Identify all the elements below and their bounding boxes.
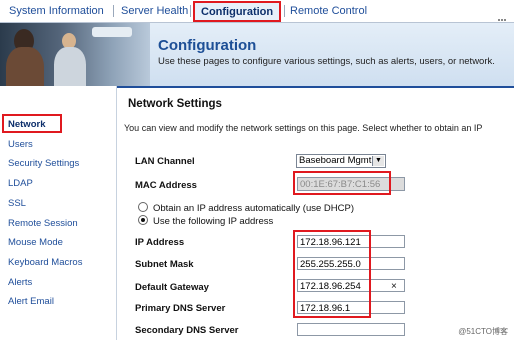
tab-system-information[interactable]: System Information [9, 0, 104, 21]
ip-address-label: IP Address [135, 237, 185, 248]
sidebar-item-keyboard-macros[interactable]: Keyboard Macros [0, 253, 115, 272]
banner-photo [0, 23, 150, 86]
lan-channel-value: Baseboard Mgmt [299, 155, 372, 166]
sidebar-item-ldap[interactable]: LDAP [0, 174, 115, 193]
page-description: Use these pages to configure various set… [158, 56, 495, 67]
static-ip-option[interactable]: Use the following IP address [138, 215, 273, 227]
page-title: Configuration [158, 37, 257, 54]
mac-address-field: 00:1E:67:B7:C1:56 [297, 177, 405, 191]
primary-dns-input[interactable]: 172.18.96.1 [297, 301, 405, 314]
section-title: Network Settings [128, 98, 222, 110]
lan-channel-select[interactable]: Baseboard Mgmt ▼ [296, 154, 386, 168]
default-gateway-label: Default Gateway [135, 282, 209, 293]
more-dots-icon [498, 8, 508, 21]
page-banner: Configuration Use these pages to configu… [0, 23, 514, 88]
dhcp-radio[interactable] [138, 202, 148, 212]
sidebar-item-security-settings[interactable]: Security Settings [0, 154, 115, 173]
watermark: @51CTO博客 [458, 327, 508, 336]
subnet-mask-label: Subnet Mask [135, 259, 194, 270]
static-ip-radio[interactable] [138, 215, 148, 225]
section-intro: You can view and modify the network sett… [124, 123, 483, 133]
tab-remote-control[interactable]: Remote Control [290, 0, 367, 21]
sidebar-item-mouse-mode[interactable]: Mouse Mode [0, 233, 115, 252]
tab-divider [113, 5, 114, 17]
sidebar-item-ssl[interactable]: SSL [0, 194, 115, 213]
ip-address-input[interactable]: 172.18.96.121 [297, 235, 405, 248]
static-ip-label: Use the following IP address [153, 216, 274, 227]
tab-server-health[interactable]: Server Health [121, 0, 188, 21]
tab-divider [284, 5, 285, 17]
secondary-dns-input[interactable] [297, 323, 405, 336]
sidebar-item-alerts[interactable]: Alerts [0, 273, 115, 292]
sidebar-item-remote-session[interactable]: Remote Session [0, 214, 115, 233]
secondary-dns-label: Secondary DNS Server [135, 325, 239, 336]
default-gateway-input[interactable]: 172.18.96.254 [297, 279, 405, 292]
mac-address-label: MAC Address [135, 180, 197, 191]
dhcp-option[interactable]: Obtain an IP address automatically (use … [138, 202, 354, 214]
tab-divider [190, 5, 191, 17]
subnet-mask-input[interactable]: 255.255.255.0 [297, 257, 405, 270]
network-highlight-box [2, 114, 62, 133]
top-tab-bar: System Information Server Health Configu… [0, 0, 514, 23]
chevron-down-icon: ▼ [372, 156, 384, 166]
tab-configuration[interactable]: Configuration [193, 1, 282, 22]
primary-dns-label: Primary DNS Server [135, 303, 226, 314]
clear-icon[interactable]: × [391, 281, 397, 292]
lan-channel-label: LAN Channel [135, 156, 195, 167]
dhcp-label: Obtain an IP address automatically (use … [153, 203, 354, 214]
sidebar-item-users[interactable]: Users [0, 135, 115, 154]
sidebar-item-alert-email[interactable]: Alert Email [0, 292, 115, 311]
